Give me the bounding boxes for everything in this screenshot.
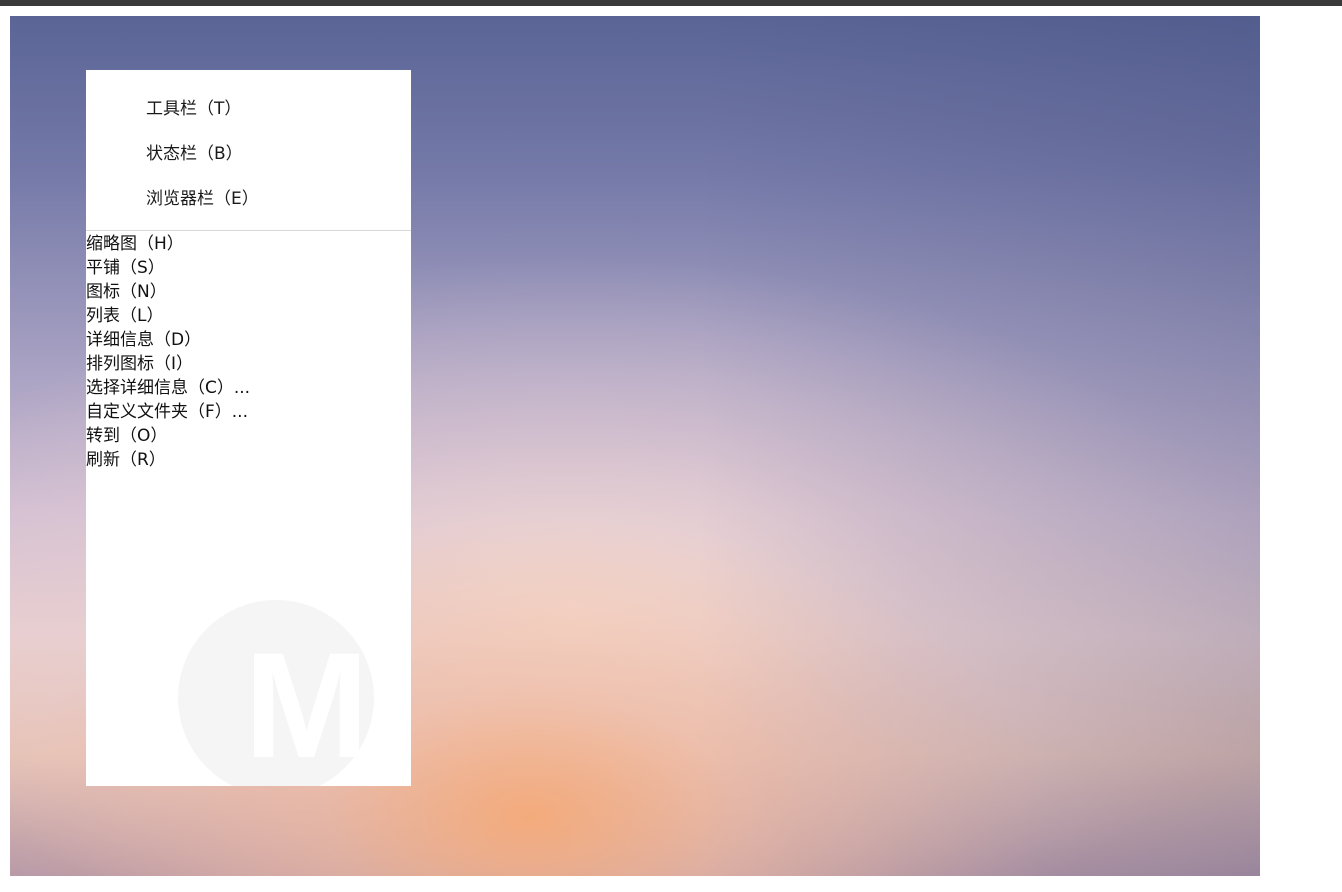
menu-item-tiles[interactable]: 平铺（S）	[86, 256, 250, 280]
menu-item-arrange-icons[interactable]: 排列图标（I）	[86, 352, 250, 376]
watermark-letter: M	[244, 621, 369, 786]
view-options-list: 缩略图（H） 平铺（S） 图标（N） 列表（L） 详细信息（D） 排列图标（I）…	[86, 232, 250, 472]
menu-item-list[interactable]: 列表（L）	[86, 304, 250, 328]
menu-item-status-bar[interactable]: 状态栏（B）	[146, 139, 243, 164]
menu-item-details[interactable]: 详细信息（D）	[86, 328, 250, 352]
menu-item-go-to[interactable]: 转到（O）	[86, 424, 250, 448]
menu-item-toolbar[interactable]: 工具栏（T）	[146, 94, 241, 119]
menu-item-refresh[interactable]: 刷新（R）	[86, 448, 250, 472]
menu-item-explorer-bar[interactable]: 浏览器栏（E）	[146, 184, 259, 209]
window-top-border	[0, 0, 1342, 6]
menu-item-choose-details[interactable]: 选择详细信息（C）...	[86, 376, 250, 400]
menu-item-icons[interactable]: 图标（N）	[86, 280, 250, 304]
menu-item-customize-folder[interactable]: 自定义文件夹（F）...	[86, 400, 250, 424]
menu-item-thumbnails[interactable]: 缩略图（H）	[86, 232, 250, 256]
view-context-menu: 工具栏（T） 状态栏（B） 浏览器栏（E） 缩略图（H） 平铺（S） 图标（N）…	[86, 70, 411, 786]
menu-separator	[86, 230, 411, 231]
